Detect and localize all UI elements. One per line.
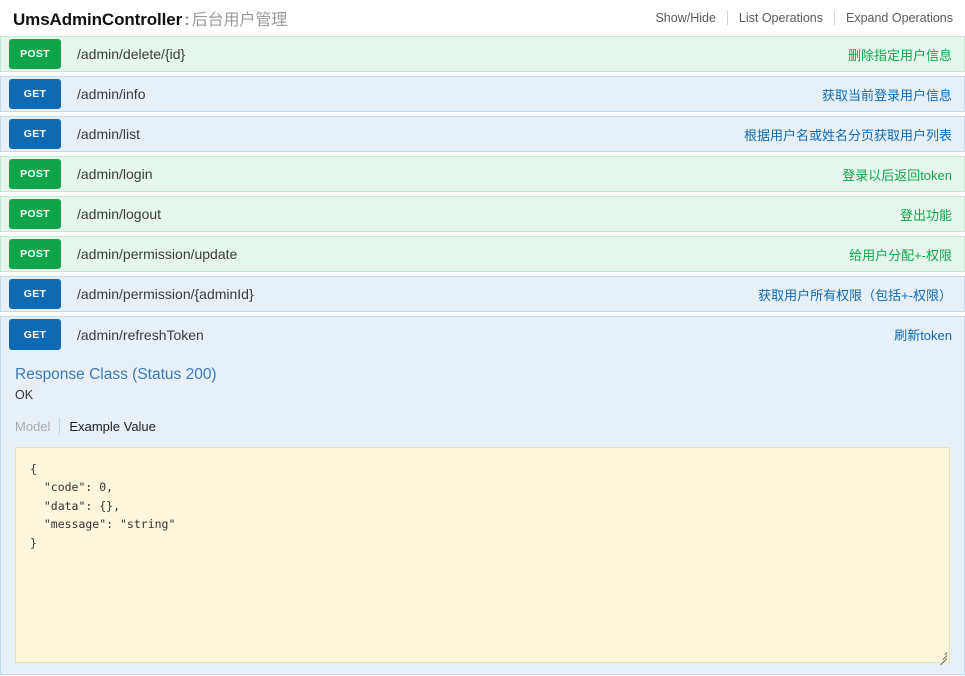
operations-list: POST /admin/delete/{id} 删除指定用户信息 GET /ad… bbox=[0, 36, 965, 675]
tab-example-value[interactable]: Example Value bbox=[60, 419, 164, 434]
http-method-badge[interactable]: GET bbox=[9, 279, 61, 309]
show-hide-link[interactable]: Show/Hide bbox=[655, 11, 726, 25]
http-method-badge[interactable]: GET bbox=[9, 319, 61, 350]
example-value-code[interactable]: { "code": 0, "data": {}, "message": "str… bbox=[15, 446, 950, 663]
operation-path[interactable]: /admin/list bbox=[61, 117, 744, 151]
operation-summary[interactable]: 登出功能 bbox=[900, 197, 964, 231]
title-separator: : bbox=[184, 10, 190, 29]
operation-row[interactable]: POST /admin/login 登录以后返回token bbox=[0, 156, 965, 192]
operation-row[interactable]: GET /admin/permission/{adminId} 获取用户所有权限… bbox=[0, 276, 965, 312]
response-class-heading: Response Class (Status 200) bbox=[15, 366, 217, 383]
operation-summary[interactable]: 根据用户名或姓名分页获取用户列表 bbox=[744, 117, 964, 151]
operation-summary[interactable]: 删除指定用户信息 bbox=[848, 37, 964, 71]
tab-model[interactable]: Model bbox=[15, 419, 59, 434]
operation-row[interactable]: POST /admin/permission/update 给用户分配+-权限 bbox=[0, 236, 965, 272]
operation-row[interactable]: GET /admin/list 根据用户名或姓名分页获取用户列表 bbox=[0, 116, 965, 152]
example-value-container: { "code": 0, "data": {}, "message": "str… bbox=[15, 446, 950, 665]
resource-options: Show/Hide List Operations Expand Operati… bbox=[655, 11, 953, 25]
resize-grip-icon[interactable] bbox=[935, 648, 949, 665]
http-method-badge[interactable]: POST bbox=[9, 199, 61, 229]
resource-tag-description: 后台用户管理 bbox=[191, 12, 288, 29]
operation-summary[interactable]: 获取当前登录用户信息 bbox=[822, 77, 964, 111]
operation-path[interactable]: /admin/delete/{id} bbox=[61, 37, 848, 71]
resource-header: UmsAdminController: 后台用户管理 Show/Hide List… bbox=[0, 0, 965, 36]
operation-summary[interactable]: 给用户分配+-权限 bbox=[849, 237, 964, 271]
http-method-badge[interactable]: POST bbox=[9, 39, 61, 69]
operation-row[interactable]: POST /admin/logout 登出功能 bbox=[0, 196, 965, 232]
operation-path[interactable]: /admin/logout bbox=[61, 197, 900, 231]
operation-path[interactable]: /admin/refreshToken bbox=[61, 317, 894, 352]
operation-detail-panel: Response Class (Status 200) OK Model Exa… bbox=[0, 352, 965, 675]
operation-path[interactable]: /admin/login bbox=[61, 157, 842, 191]
operation-path[interactable]: /admin/permission/{adminId} bbox=[61, 277, 758, 311]
list-operations-link[interactable]: List Operations bbox=[728, 11, 834, 25]
http-method-badge[interactable]: POST bbox=[9, 159, 61, 189]
operation-summary[interactable]: 刷新token bbox=[894, 317, 964, 352]
operation-summary[interactable]: 获取用户所有权限（包括+-权限） bbox=[758, 277, 964, 311]
response-status-text: OK bbox=[15, 388, 34, 402]
operation-row-expanded[interactable]: GET /admin/refreshToken 刷新token bbox=[0, 316, 965, 352]
http-method-badge[interactable]: GET bbox=[9, 79, 61, 109]
resource-tag-name[interactable]: UmsAdminController bbox=[13, 10, 182, 29]
operation-summary[interactable]: 登录以后返回token bbox=[842, 157, 964, 191]
page-title: UmsAdminController: 后台用户管理 bbox=[13, 6, 287, 30]
model-example-tabs: Model Example Value bbox=[15, 418, 950, 435]
operation-path[interactable]: /admin/permission/update bbox=[61, 237, 849, 271]
expand-operations-link[interactable]: Expand Operations bbox=[835, 11, 953, 25]
http-method-badge[interactable]: POST bbox=[9, 239, 61, 269]
swagger-ui-page: UmsAdminController: 后台用户管理 Show/Hide List… bbox=[0, 0, 965, 676]
operation-row[interactable]: GET /admin/info 获取当前登录用户信息 bbox=[0, 76, 965, 112]
operation-row[interactable]: POST /admin/delete/{id} 删除指定用户信息 bbox=[0, 36, 965, 72]
http-method-badge[interactable]: GET bbox=[9, 119, 61, 149]
operation-path[interactable]: /admin/info bbox=[61, 77, 822, 111]
